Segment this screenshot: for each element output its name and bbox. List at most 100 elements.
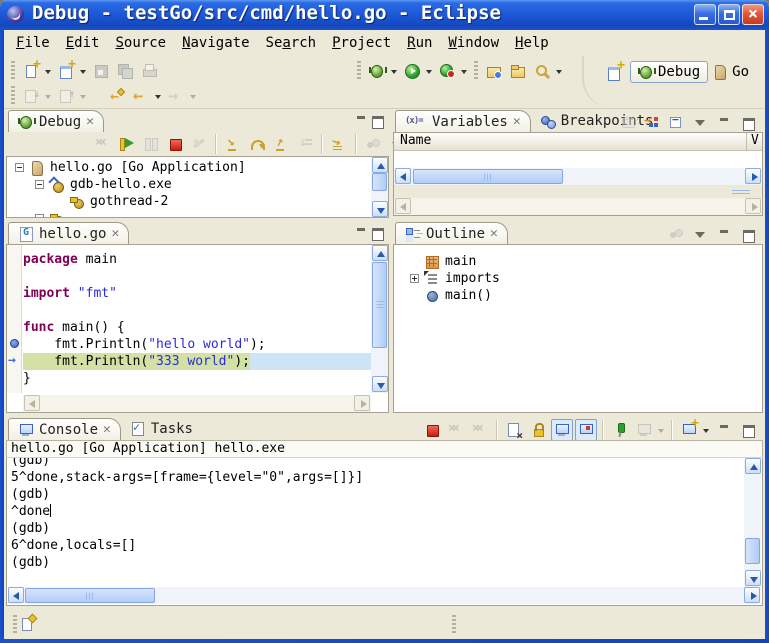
debug-tree-item[interactable]: gdb-hello.exe xyxy=(35,176,172,193)
tab-console-close-icon[interactable]: ✕ xyxy=(103,422,111,437)
menu-item-project[interactable]: Project xyxy=(324,33,399,53)
debug-launch-button-dropdown[interactable] xyxy=(390,60,399,82)
minimize-view-button[interactable] xyxy=(713,223,735,245)
console-vscroll-up[interactable] xyxy=(745,458,761,474)
window-minimize-button[interactable] xyxy=(694,4,716,25)
open-resource-button[interactable] xyxy=(507,60,529,82)
perspective-debug-button[interactable]: Debug xyxy=(630,61,708,83)
code-area[interactable]: package mainimport "fmt"func main() { fm… xyxy=(23,245,371,393)
step-into-button[interactable] xyxy=(222,133,244,155)
column-header-name[interactable]: Name xyxy=(400,133,431,148)
new-wizard-button[interactable] xyxy=(20,60,42,82)
run-launch-button[interactable] xyxy=(401,60,423,82)
console-hscroll-left[interactable] xyxy=(8,587,24,603)
debug-tree-vscroll-thumb[interactable] xyxy=(372,173,387,191)
column-divider[interactable] xyxy=(746,133,747,151)
terminate-button[interactable] xyxy=(164,133,186,155)
console-vscroll-thumb[interactable] xyxy=(745,538,760,564)
menu-item-file[interactable]: File xyxy=(8,33,58,53)
debug-tree-item[interactable] xyxy=(35,210,70,218)
outline-item-imports[interactable]: imports xyxy=(410,270,500,287)
debug-launch-button[interactable] xyxy=(366,60,388,82)
tab-hello-go-close-icon[interactable]: ✕ xyxy=(111,226,119,241)
variables-hscroll-left[interactable] xyxy=(395,168,411,184)
last-edit-location-button[interactable] xyxy=(106,85,128,107)
console-hscroll-right[interactable] xyxy=(744,587,760,603)
tab-outline[interactable]: Outline ✕ xyxy=(395,222,508,244)
menu-item-search[interactable]: Search xyxy=(258,33,325,53)
minimize-view-button[interactable] xyxy=(713,419,735,441)
menu-item-run[interactable]: Run xyxy=(399,33,440,53)
open-perspective-button[interactable] xyxy=(604,61,626,83)
console-hscroll-thumb[interactable] xyxy=(25,588,155,603)
editor-minimize-button[interactable] xyxy=(356,227,367,238)
variables-hscroll-thumb[interactable] xyxy=(413,169,563,184)
open-console-button-dropdown[interactable] xyxy=(702,419,711,441)
variables-hscroll-right[interactable] xyxy=(745,168,761,184)
tree-expander-icon[interactable] xyxy=(410,274,419,283)
show-stderr-button[interactable] xyxy=(575,419,597,441)
show-stdout-button[interactable] xyxy=(551,419,573,441)
resume-button[interactable] xyxy=(116,133,138,155)
breakpoint-ruler[interactable]: → xyxy=(7,245,22,393)
tab-debug-close-icon[interactable]: ✕ xyxy=(86,114,94,129)
maximize-view-button[interactable] xyxy=(737,419,759,441)
back-button[interactable] xyxy=(130,85,152,107)
perspective-go-label[interactable]: Go xyxy=(732,64,749,80)
open-type-button[interactable] xyxy=(483,60,505,82)
editor-maximize-button[interactable] xyxy=(372,227,383,238)
show-logical-structure-button[interactable] xyxy=(641,111,663,133)
run-launch-button-dropdown[interactable] xyxy=(425,60,434,82)
maximize-view-button[interactable] xyxy=(737,111,759,133)
collapse-all-button[interactable] xyxy=(665,111,687,133)
search-button[interactable] xyxy=(531,60,553,82)
tab-variables-close-icon[interactable]: ✕ xyxy=(513,114,521,129)
outline-view-menu-dropdown[interactable] xyxy=(689,223,711,245)
search-button-dropdown[interactable] xyxy=(555,60,564,82)
tree-expander-icon[interactable] xyxy=(15,163,24,172)
menu-item-source[interactable]: Source xyxy=(107,33,174,53)
debug-tree-vscroll-down[interactable] xyxy=(372,201,388,217)
editor-vscroll-down[interactable] xyxy=(372,376,388,392)
editor-vscroll-thumb[interactable] xyxy=(372,262,387,348)
tab-hello-go[interactable]: hello.go ✕ xyxy=(8,222,129,244)
back-button-dropdown[interactable] xyxy=(154,85,163,107)
variables-view-menu-dropdown[interactable] xyxy=(689,111,711,133)
tab-console[interactable]: Console ✕ xyxy=(8,418,121,440)
column-header-value[interactable]: V xyxy=(751,133,759,148)
new-wizard-button-dropdown[interactable] xyxy=(44,60,53,82)
tree-expander-icon[interactable] xyxy=(35,180,44,189)
debug-tree-area[interactable]: hello.go [Go Application]gdb-hello.exego… xyxy=(6,156,389,218)
terminate-console-button[interactable] xyxy=(421,419,443,441)
title-bar[interactable]: Debug - testGo/src/cmd/hello.go - Eclips… xyxy=(0,0,769,30)
debug-tree-item[interactable]: gothread-2 xyxy=(55,193,168,210)
tab-variables[interactable]: Variables ✕ xyxy=(395,110,531,132)
go-perspective-icon[interactable] xyxy=(712,64,728,80)
pin-console-button[interactable] xyxy=(609,419,631,441)
external-tools-button-dropdown[interactable] xyxy=(460,60,469,82)
debug-tree-vscroll-up[interactable] xyxy=(372,157,388,173)
minimize-view-button[interactable] xyxy=(713,111,735,133)
variables-empty-row[interactable] xyxy=(394,151,762,168)
fast-view-icon[interactable] xyxy=(20,615,36,631)
editor-vscroll-up[interactable] xyxy=(372,245,388,261)
tab-tasks[interactable]: Tasks xyxy=(121,418,202,440)
window-maximize-button[interactable] xyxy=(718,4,740,25)
open-console-button[interactable] xyxy=(678,419,700,441)
scroll-lock-button[interactable] xyxy=(527,419,549,441)
outline-item-main[interactable]: main xyxy=(410,253,476,270)
step-over-button[interactable] xyxy=(246,133,268,155)
tab-outline-close-icon[interactable]: ✕ xyxy=(490,226,498,241)
use-step-filters-button[interactable] xyxy=(328,133,350,155)
sash-handle[interactable] xyxy=(732,190,750,194)
new-project-button[interactable] xyxy=(55,60,77,82)
debug-view-minimize-button[interactable] xyxy=(356,115,367,126)
clear-console-button[interactable] xyxy=(503,419,525,441)
external-tools-button[interactable] xyxy=(436,60,458,82)
window-close-button[interactable]: × xyxy=(742,4,764,25)
outline-item-main[interactable]: main() xyxy=(410,287,492,304)
tree-expander-icon[interactable] xyxy=(35,214,44,218)
step-return-button[interactable] xyxy=(270,133,292,155)
menu-item-navigate[interactable]: Navigate xyxy=(174,33,257,53)
tab-debug[interactable]: Debug ✕ xyxy=(8,110,104,132)
